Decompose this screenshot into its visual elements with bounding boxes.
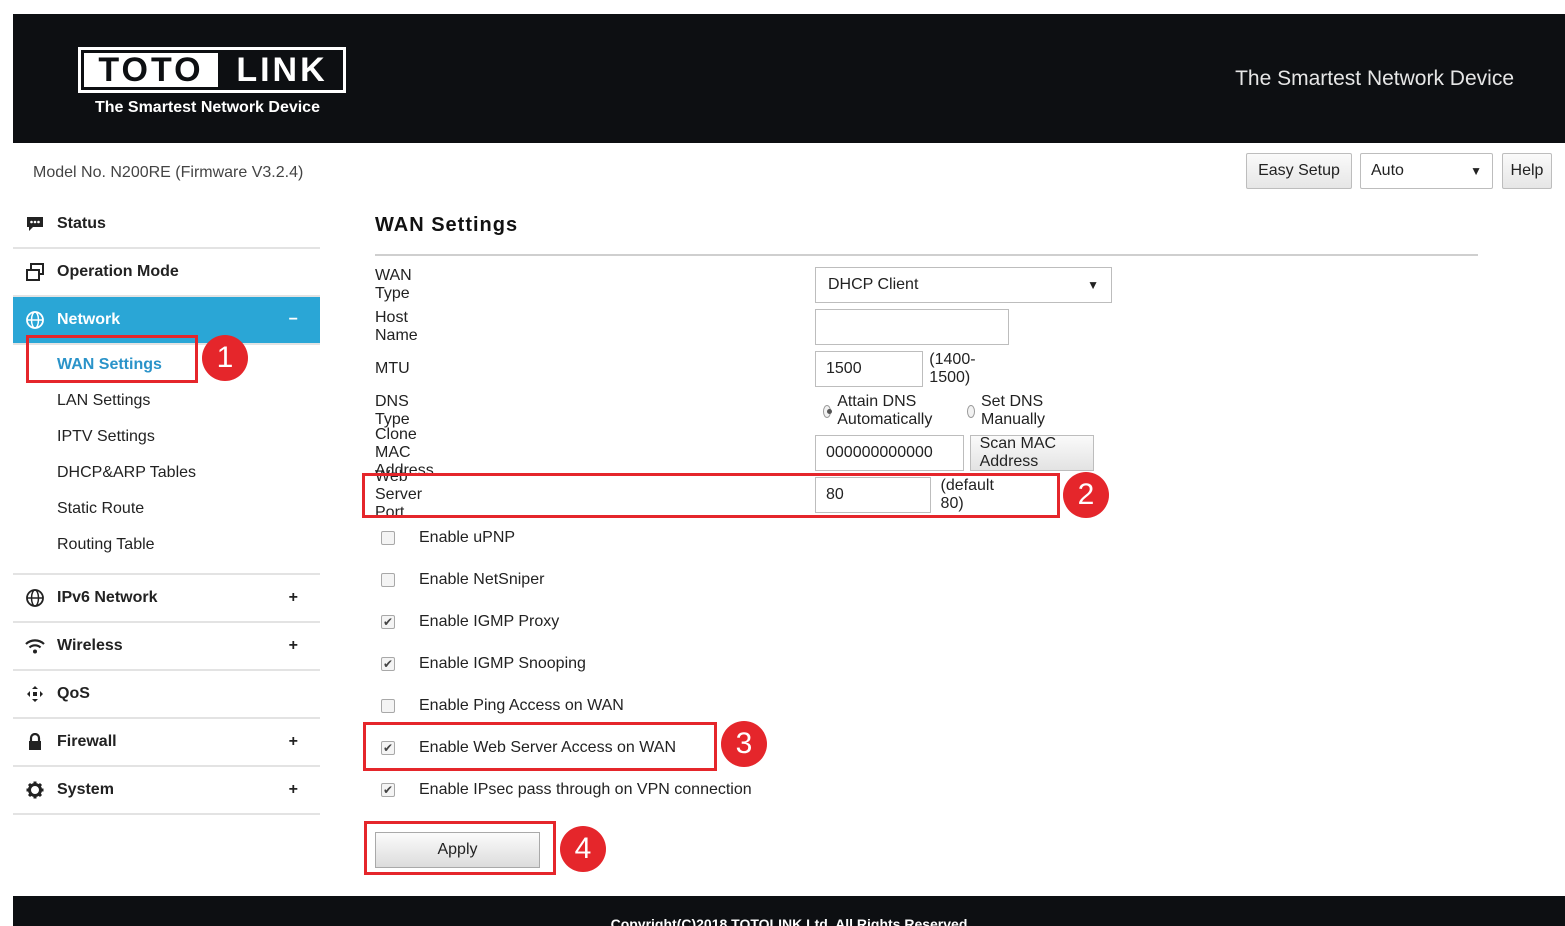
header-bar: TOTO LINK The Smartest Network Device Th… xyxy=(13,14,1565,143)
model-bar: Model No. N200RE (Firmware V3.2.4) Easy … xyxy=(13,143,1565,201)
dns-manual-radio[interactable] xyxy=(967,404,975,418)
sidebar-item-system[interactable]: System + xyxy=(13,767,320,815)
ipsec-checkbox[interactable]: ✔ xyxy=(381,783,395,797)
language-select[interactable]: Auto ▼ xyxy=(1360,153,1493,189)
language-select-value: Auto xyxy=(1371,162,1404,179)
expand-icon: + xyxy=(288,733,298,750)
checkbox-upnp-row[interactable]: Enable uPNP xyxy=(381,517,515,559)
header-slogan: The Smartest Network Device xyxy=(1235,67,1514,90)
host-name-label: Host Name xyxy=(375,309,418,344)
netsniper-label: Enable NetSniper xyxy=(419,571,545,588)
annotation-number-3: 3 xyxy=(721,721,767,767)
title-divider xyxy=(375,254,1478,256)
sidebar-item-operation-mode[interactable]: Operation Mode xyxy=(13,249,320,297)
router-admin-page: TOTO LINK The Smartest Network Device Th… xyxy=(0,0,1565,926)
wan-type-label: WAN Type xyxy=(375,267,412,302)
totolink-logo: TOTO LINK The Smartest Network Device xyxy=(78,47,346,117)
sidebar-item-label: Wireless xyxy=(57,637,123,654)
sidebar-item-label: Operation Mode xyxy=(57,263,179,280)
submenu-routing-table[interactable]: Routing Table xyxy=(13,527,320,563)
windows-icon xyxy=(13,263,57,281)
igmp-proxy-checkbox[interactable]: ✔ xyxy=(381,615,395,629)
igmp-snooping-label: Enable IGMP Snooping xyxy=(419,655,586,672)
chevron-down-icon: ▼ xyxy=(1470,164,1482,178)
mtu-label: MTU xyxy=(375,360,410,377)
checkbox-ping-wan-row[interactable]: Enable Ping Access on WAN xyxy=(381,685,624,727)
easy-setup-button[interactable]: Easy Setup xyxy=(1246,153,1352,189)
sidebar-item-qos[interactable]: QoS xyxy=(13,671,320,719)
ping-wan-label: Enable Ping Access on WAN xyxy=(419,697,624,714)
sidebar-item-status[interactable]: Status xyxy=(13,201,320,249)
sidebar-item-label: QoS xyxy=(57,685,90,702)
help-button[interactable]: Help xyxy=(1502,153,1552,189)
footer: Copyright(C)2018 TOTOLINK Ltd. All Right… xyxy=(13,896,1565,926)
chat-bubble-icon xyxy=(13,216,57,232)
mtu-input[interactable]: 1500 xyxy=(815,351,924,387)
checkbox-netsniper-row[interactable]: Enable NetSniper xyxy=(381,559,544,601)
igmp-snooping-checkbox[interactable]: ✔ xyxy=(381,657,395,671)
expand-icon: + xyxy=(288,781,298,798)
submenu-iptv-settings[interactable]: IPTV Settings xyxy=(13,419,320,455)
clone-mac-input[interactable]: 000000000000 xyxy=(815,435,964,471)
sidebar-item-label: IPv6 Network xyxy=(57,589,158,606)
netsniper-checkbox[interactable] xyxy=(381,573,395,587)
dns-auto-label: Attain DNS Automatically xyxy=(837,393,933,428)
expand-icon: + xyxy=(288,637,298,654)
logo-toto-text: TOTO xyxy=(84,51,218,89)
expand-icon: + xyxy=(288,589,298,606)
copyright-text: Copyright(C)2018 TOTOLINK Ltd. All Right… xyxy=(610,916,968,926)
lock-icon xyxy=(13,733,57,751)
host-name-input[interactable] xyxy=(815,309,1009,345)
main-content: WAN Settings WAN Type DHCP Client ▼ Host… xyxy=(375,201,1480,868)
checkbox-igmp-snooping-row[interactable]: ✔ Enable IGMP Snooping xyxy=(381,643,586,685)
sidebar-item-label: Status xyxy=(57,215,106,232)
collapse-icon: − xyxy=(288,311,298,328)
sidebar-item-label: Network xyxy=(57,311,121,328)
sidebar-item-firewall[interactable]: Firewall + xyxy=(13,719,320,767)
submenu-lan-settings[interactable]: LAN Settings xyxy=(13,383,320,419)
sidebar: Status Operation Mode Network − WAN Sett… xyxy=(13,201,320,815)
wan-type-select[interactable]: DHCP Client ▼ xyxy=(815,267,1112,303)
upnp-label: Enable uPNP xyxy=(419,529,516,546)
scan-mac-button[interactable]: Scan MAC Address xyxy=(969,435,1094,471)
dns-manual-option[interactable]: Set DNS Manually xyxy=(967,393,1050,429)
annotation-box-3 xyxy=(363,722,717,771)
checkbox-igmp-proxy-row[interactable]: ✔ Enable IGMP Proxy xyxy=(381,601,559,643)
annotation-number-4: 4 xyxy=(560,826,606,872)
move-arrows-icon xyxy=(13,685,57,703)
dns-type-label: DNS Type xyxy=(375,393,410,428)
annotation-box-4 xyxy=(364,821,556,875)
upnp-checkbox[interactable] xyxy=(381,531,395,545)
annotation-number-1: 1 xyxy=(202,335,248,381)
sidebar-item-ipv6-network[interactable]: IPv6 Network + xyxy=(13,575,320,623)
globe-icon xyxy=(13,311,57,329)
ping-wan-checkbox[interactable] xyxy=(381,699,395,713)
logo-link-text: LINK xyxy=(236,50,328,89)
gear-icon xyxy=(13,781,57,799)
igmp-proxy-label: Enable IGMP Proxy xyxy=(419,613,560,630)
sidebar-item-wireless[interactable]: Wireless + xyxy=(13,623,320,671)
annotation-box-1 xyxy=(26,335,198,383)
submenu-dhcp-arp-tables[interactable]: DHCP&ARP Tables xyxy=(13,455,320,491)
dns-auto-option[interactable]: Attain DNS Automatically xyxy=(823,393,937,429)
dns-auto-radio[interactable] xyxy=(823,404,833,418)
page-title: WAN Settings xyxy=(375,214,519,236)
submenu-static-route[interactable]: Static Route xyxy=(13,491,320,527)
globe-icon xyxy=(13,589,57,607)
sidebar-item-label: System xyxy=(57,781,114,798)
checkbox-ipsec-row[interactable]: ✔ Enable IPsec pass through on VPN conne… xyxy=(381,769,752,811)
wifi-icon xyxy=(13,638,57,654)
sidebar-item-label: Firewall xyxy=(57,733,117,750)
ipsec-label: Enable IPsec pass through on VPN connect… xyxy=(419,781,752,798)
dns-manual-label: Set DNS Manually xyxy=(980,393,1046,428)
mtu-hint: (1400-1500) xyxy=(929,351,976,386)
annotation-box-2 xyxy=(362,473,1060,518)
wan-type-value: DHCP Client xyxy=(828,276,919,293)
chevron-down-icon: ▼ xyxy=(1087,278,1099,292)
model-info: Model No. N200RE (Firmware V3.2.4) xyxy=(33,164,304,181)
logo-tagline: The Smartest Network Device xyxy=(95,99,320,116)
annotation-number-2: 2 xyxy=(1063,472,1109,518)
